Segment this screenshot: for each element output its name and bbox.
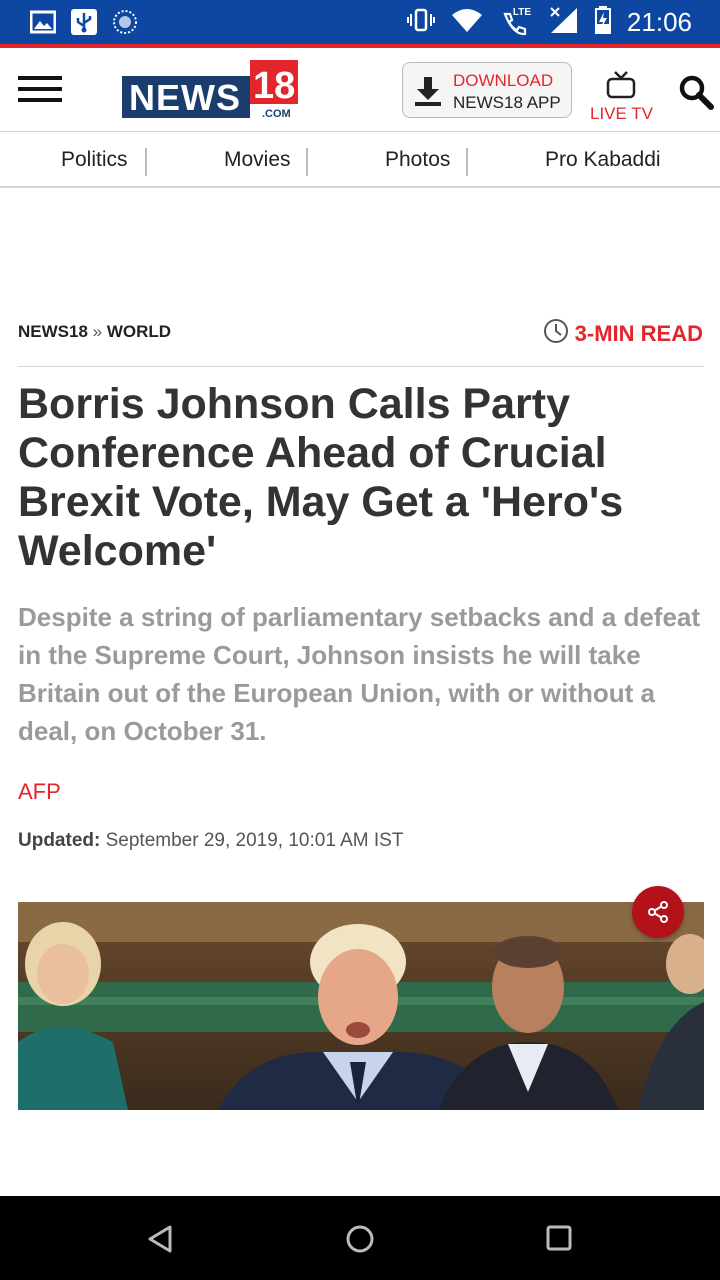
svg-text:18: 18 — [253, 65, 295, 107]
system-navigation-bar — [0, 1196, 720, 1280]
updated-timestamp: Updated: September 29, 2019, 10:01 AM IS… — [18, 830, 403, 852]
wifi-icon — [451, 7, 483, 38]
nav-divider — [306, 148, 308, 176]
site-header: NEWS 18 .COM DOWNLOAD NEWS18 APP LIVE TV — [0, 48, 720, 132]
download-app-button[interactable]: DOWNLOAD NEWS18 APP — [402, 62, 572, 118]
news18-logo[interactable]: NEWS 18 .COM — [122, 60, 300, 122]
hamburger-menu-icon[interactable] — [18, 76, 62, 102]
clock-icon — [543, 318, 569, 349]
recents-icon[interactable] — [546, 1225, 572, 1256]
updated-value: September 29, 2019, 10:01 AM IST — [105, 830, 404, 851]
clock: 21:06 — [626, 7, 692, 37]
usb-icon — [70, 8, 98, 41]
share-icon — [646, 900, 670, 929]
status-bar: LTE 21:06 — [0, 0, 720, 44]
battery-charging-icon — [594, 6, 611, 39]
article-hero-image[interactable] — [18, 902, 704, 1110]
svg-text:NEWS: NEWS — [129, 77, 241, 118]
nav-divider — [466, 148, 468, 176]
live-tv-label: LIVE TV — [590, 104, 653, 123]
article-headline: Borris Johnson Calls Party Conference Ah… — [18, 380, 624, 575]
read-time: 3-MIN READ — [543, 318, 703, 349]
lte-label: LTE — [512, 6, 532, 18]
signal-icon — [549, 6, 579, 39]
lte-call-icon: LTE — [499, 6, 533, 37]
updated-label: Updated: — [18, 830, 101, 851]
nav-item-movies[interactable]: Movies — [224, 148, 291, 172]
download-label: DOWNLOAD — [453, 71, 554, 90]
home-icon[interactable] — [345, 1224, 375, 1259]
breadcrumb-separator: » — [92, 322, 103, 341]
live-tv-button[interactable]: LIVE TV — [588, 70, 654, 124]
article-summary: Despite a string of parliamentary setbac… — [18, 602, 701, 746]
nav-item-photos[interactable]: Photos — [385, 148, 450, 172]
share-button[interactable] — [632, 886, 684, 938]
breadcrumb: NEWS18 » WORLD — [18, 322, 171, 342]
article-source[interactable]: AFP — [18, 779, 61, 805]
breadcrumb-home[interactable]: NEWS18 — [18, 322, 88, 341]
image-icon — [29, 10, 57, 39]
nav-divider — [145, 148, 147, 176]
nav-item-pro-kabaddi[interactable]: Pro Kabaddi — [545, 148, 661, 172]
tv-icon — [605, 70, 637, 105]
category-nav: Politics Movies Photos Pro Kabaddi — [0, 132, 720, 188]
back-icon[interactable] — [146, 1224, 174, 1259]
read-time-label: 3-MIN READ — [574, 320, 703, 346]
divider — [18, 366, 704, 367]
nav-item-politics[interactable]: Politics — [61, 148, 128, 172]
app-name-label: NEWS18 APP — [453, 93, 561, 112]
search-icon[interactable] — [678, 74, 714, 110]
sync-icon — [112, 9, 138, 40]
download-icon — [413, 75, 443, 107]
vibrate-icon — [406, 7, 435, 38]
svg-text:.COM: .COM — [262, 108, 291, 120]
breadcrumb-section[interactable]: WORLD — [107, 322, 171, 341]
